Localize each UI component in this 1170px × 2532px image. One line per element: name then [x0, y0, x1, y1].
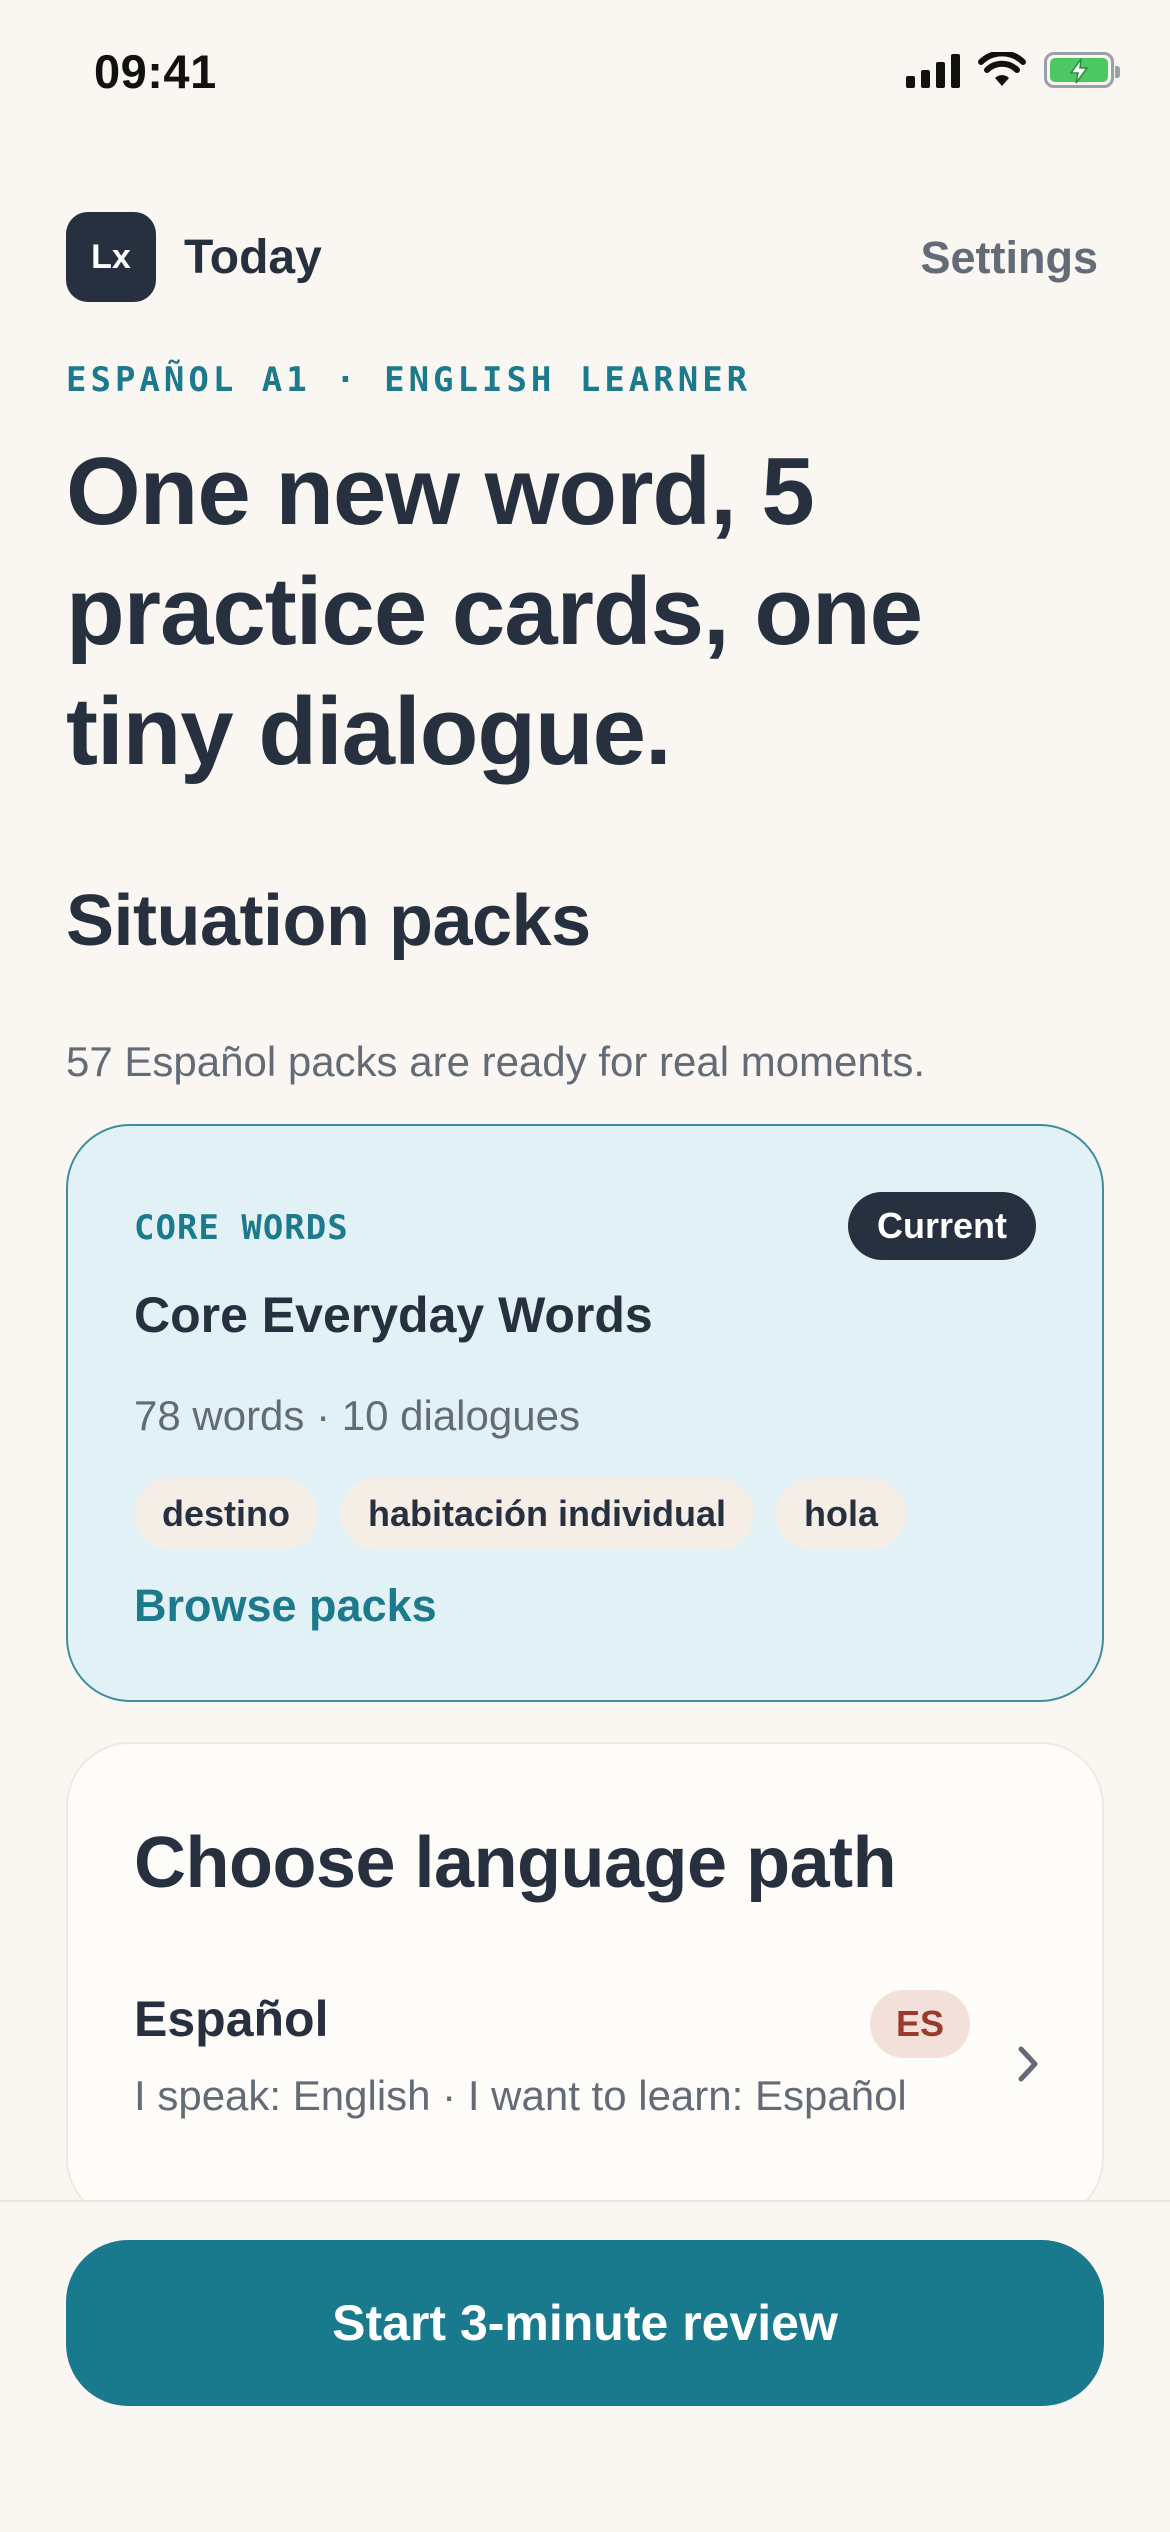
word-chip: hola	[776, 1478, 907, 1550]
current-pack-card[interactable]: CORE WORDS Current Core Everyday Words 7…	[66, 1124, 1104, 1702]
battery-charging-icon	[1044, 52, 1120, 88]
start-review-button[interactable]: Start 3-minute review	[66, 2240, 1104, 2406]
situation-packs-subtitle: 57 Español packs are ready for real mome…	[66, 1038, 926, 1085]
status-time: 09:41	[94, 45, 217, 98]
current-badge: Current	[847, 1192, 1036, 1260]
app-header: Lx Today Settings	[66, 212, 1098, 304]
pack-title: Core Everyday Words	[134, 1287, 653, 1343]
language-path-title: Choose language path	[134, 1823, 897, 1903]
app-logo: Lx	[66, 212, 156, 302]
status-icons	[906, 52, 1120, 88]
chevron-right-icon	[1018, 2046, 1038, 2082]
language-path-item[interactable]: Español ES I speak: English · I want to …	[134, 1990, 1040, 2130]
word-chip: destino	[134, 1478, 319, 1550]
wifi-icon	[978, 52, 1026, 86]
status-bar: 09:41	[0, 0, 1170, 150]
language-description: I speak: English · I want to learn: Espa…	[134, 2072, 907, 2119]
hero-title: One new word, 5 practice cards, one tiny…	[66, 438, 923, 785]
header-title: Today	[184, 231, 322, 284]
situation-packs-title: Situation packs	[66, 881, 591, 961]
pack-meta: 78 words · 10 dialogues	[134, 1392, 580, 1439]
word-chip: habitación individual	[340, 1478, 755, 1550]
course-eyebrow: ESPAÑOL A1 · ENGLISH LEARNER	[66, 360, 752, 400]
browse-packs-link[interactable]: Browse packs	[134, 1580, 437, 1632]
word-chips: destino habitación individual hola	[134, 1478, 907, 1550]
language-path-card: Choose language path Español ES I speak:…	[66, 1742, 1104, 2222]
cellular-signal-icon	[906, 52, 960, 88]
bottom-action-bar: Start 3-minute review	[0, 2200, 1170, 2532]
language-name: Español	[134, 1991, 329, 2047]
language-code-badge: ES	[869, 1990, 970, 2058]
today-screen: 09:41 Lx Today Settings ESPAÑOL A1 · ENG…	[0, 0, 1170, 2532]
settings-link[interactable]: Settings	[920, 232, 1098, 284]
pack-category: CORE WORDS	[134, 1208, 349, 1248]
